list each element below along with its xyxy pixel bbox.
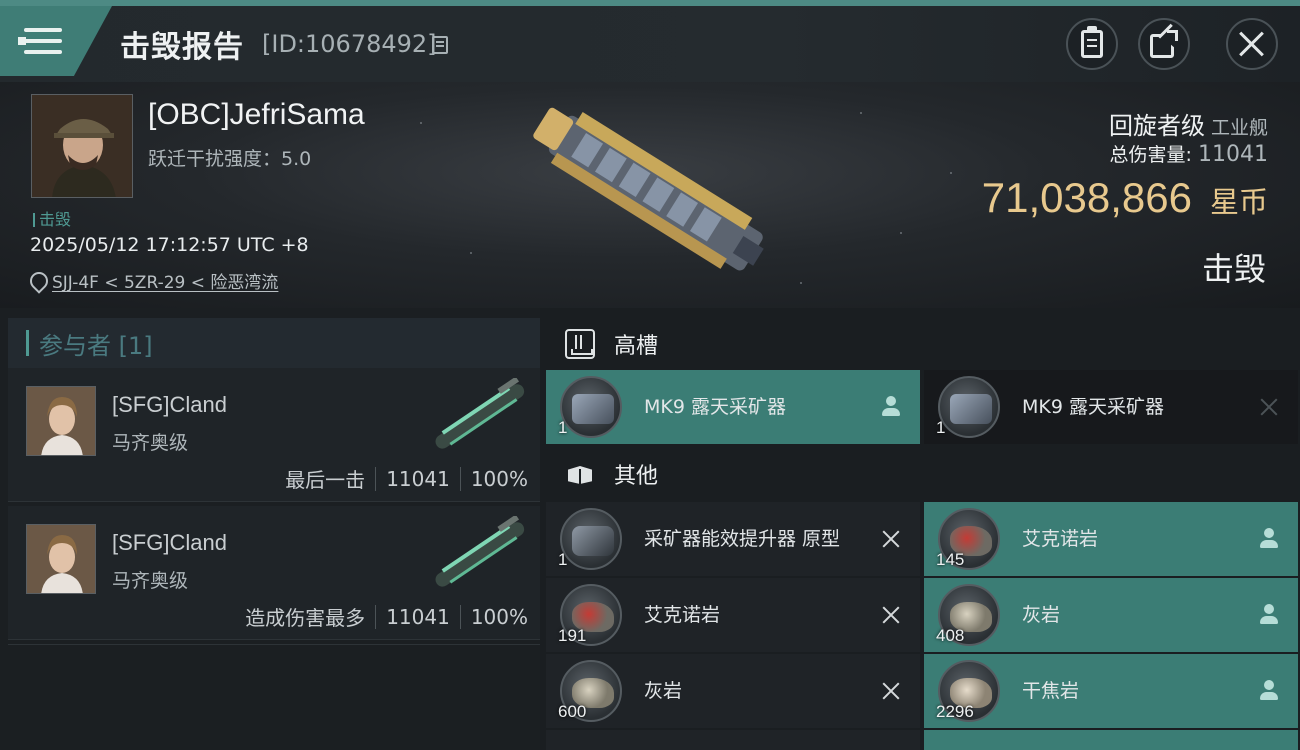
isk-unit: 星币 xyxy=(1209,185,1268,219)
item-row[interactable]: 1 采矿器能效提升器 原型 xyxy=(546,502,920,576)
participant-role: 造成伤害最多 xyxy=(245,606,366,630)
total-damage-label: 总伤害量: xyxy=(1109,144,1192,166)
page-title: 击毁报告 xyxy=(120,30,244,65)
item-name: 艾克诺岩 xyxy=(644,603,721,626)
item-quantity: 2296 xyxy=(936,702,974,721)
participant-stats: 造成伤害最多 11041 100% xyxy=(245,602,528,631)
kill-location[interactable]: SJJ-4F < 5ZR-29 < 险恶湾流 xyxy=(30,268,278,293)
item-name: 艾克诺岩 xyxy=(1022,527,1099,550)
copy-id-icon[interactable] xyxy=(432,36,448,54)
miner-icon xyxy=(938,376,1000,438)
item-name: 干焦岩 xyxy=(1022,679,1080,702)
participant-ship-image xyxy=(435,516,525,587)
item-row[interactable]: 600 灰岩 xyxy=(546,654,920,728)
participant-card[interactable]: [SFG]Cland 马齐奥级 最后一击 11041 100% xyxy=(8,368,540,502)
menu-icon xyxy=(18,26,62,56)
ship-type: 工业舰 xyxy=(1210,117,1268,139)
victim-role-tag: 击毁 xyxy=(33,206,71,230)
participant-card[interactable]: [SFG]Cland 马齐奥级 造成伤害最多 11041 100% xyxy=(8,506,540,640)
destroyed-x-icon xyxy=(880,680,902,702)
victim-hero: [OBC]JefriSama 跃迁干扰强度：5.0 击毁 2025/05/12 … xyxy=(0,82,1300,308)
item-name: 采矿器能效提升器 原型 xyxy=(644,527,841,550)
item-row[interactable]: 408 灰岩 xyxy=(924,578,1298,652)
participant-percent: 100% xyxy=(470,604,528,629)
location-pin-icon xyxy=(30,272,44,290)
miner-icon xyxy=(560,376,622,438)
item-quantity: 408 xyxy=(936,626,965,645)
destroyed-x-icon xyxy=(880,528,902,550)
ship-class-name: 回旋者级 xyxy=(1108,112,1205,140)
item-row[interactable]: 145 艾克诺岩 xyxy=(924,502,1298,576)
close-button[interactable] xyxy=(1226,18,1278,70)
high-slot-icon xyxy=(565,329,595,359)
share-button[interactable] xyxy=(1138,18,1190,70)
location-link[interactable]: SJJ-4F < 5ZR-29 < 险恶湾流 xyxy=(52,268,278,293)
high-slot-title: 高槽 xyxy=(614,334,659,359)
participant-avatar[interactable] xyxy=(26,524,96,594)
share-icon xyxy=(1150,23,1178,58)
victim-ship-image xyxy=(533,107,764,271)
item-row[interactable]: 1 MK9 露天采矿器 xyxy=(546,370,920,444)
item-name: 灰岩 xyxy=(1022,603,1061,626)
destroyed-x-icon xyxy=(880,604,902,626)
clipboard-button[interactable] xyxy=(1066,18,1118,70)
item-quantity: 1 xyxy=(558,418,568,437)
participant-ship-image xyxy=(435,378,525,449)
participant-percent: 100% xyxy=(470,466,528,491)
item-name: MK9 露天采矿器 xyxy=(1022,395,1164,418)
isk-value: 71,038,866 星币 xyxy=(982,174,1268,222)
item-row-partial[interactable] xyxy=(924,730,1298,750)
other-header: 其他 xyxy=(546,444,658,504)
total-damage: 总伤害量: 11041 xyxy=(1110,140,1268,167)
item-quantity: 1 xyxy=(558,550,568,569)
dropped-person-icon xyxy=(1258,604,1280,626)
participants-title: 参与者 [1] xyxy=(39,331,153,360)
participant-ship: 马齐奥级 xyxy=(112,570,189,592)
item-quantity: 191 xyxy=(558,626,587,645)
destroyed-x-icon xyxy=(1258,396,1280,418)
item-quantity: 600 xyxy=(558,702,587,721)
total-damage-value: 11041 xyxy=(1198,142,1268,167)
participant-stats: 最后一击 11041 100% xyxy=(285,464,528,493)
participant-damage: 11041 xyxy=(386,466,450,491)
item-name: MK9 露天采矿器 xyxy=(644,395,786,418)
participants-header: 参与者 [1] xyxy=(8,318,540,368)
participant-role: 最后一击 xyxy=(285,468,366,492)
item-row[interactable]: 1 MK9 露天采矿器 xyxy=(924,370,1298,444)
dropped-person-icon xyxy=(1258,680,1280,702)
high-slot-header: 高槽 xyxy=(546,314,658,374)
warp-disruption: 跃迁干扰强度：5.0 xyxy=(148,148,312,170)
victim-portrait[interactable] xyxy=(31,94,133,198)
participants-empty-area xyxy=(8,644,540,750)
dropped-person-icon xyxy=(880,396,902,418)
clipboard-icon xyxy=(1081,26,1103,58)
participants-panel: 参与者 [1] [SFG]Cland 马齐奥级 最后一击 11041 100% … xyxy=(0,308,540,750)
participant-name[interactable]: [SFG]Cland xyxy=(112,530,227,556)
kill-timestamp: 2025/05/12 17:12:57 UTC +8 xyxy=(30,234,309,256)
participant-damage: 11041 xyxy=(386,604,450,629)
item-name: 灰岩 xyxy=(644,679,683,702)
item-row[interactable]: 2296 干焦岩 xyxy=(924,654,1298,728)
item-row-partial[interactable] xyxy=(546,730,920,750)
isk-amount: 71,038,866 xyxy=(981,174,1192,221)
other-title: 其他 xyxy=(614,464,659,489)
participant-ship: 马齐奥级 xyxy=(112,432,189,454)
upgrade-icon xyxy=(560,508,622,570)
item-quantity: 1 xyxy=(936,418,946,437)
report-id: [ID:10678492] xyxy=(262,30,437,58)
victim-name[interactable]: [OBC]JefriSama xyxy=(148,98,365,132)
kill-result: 击毁 xyxy=(1201,250,1266,288)
victim-ship-class: 回旋者级 工业舰 xyxy=(1109,106,1268,141)
cargo-box-icon xyxy=(566,460,594,488)
items-panel: 高槽 1 MK9 露天采矿器 1 MK9 露天采矿器 其他 1 采矿器能效提升器… xyxy=(540,308,1300,750)
item-row[interactable]: 191 艾克诺岩 xyxy=(546,578,920,652)
participant-avatar[interactable] xyxy=(26,386,96,456)
participant-name[interactable]: [SFG]Cland xyxy=(112,392,227,418)
dropped-person-icon xyxy=(1258,528,1280,550)
close-icon xyxy=(1238,30,1266,58)
item-quantity: 145 xyxy=(936,550,965,569)
